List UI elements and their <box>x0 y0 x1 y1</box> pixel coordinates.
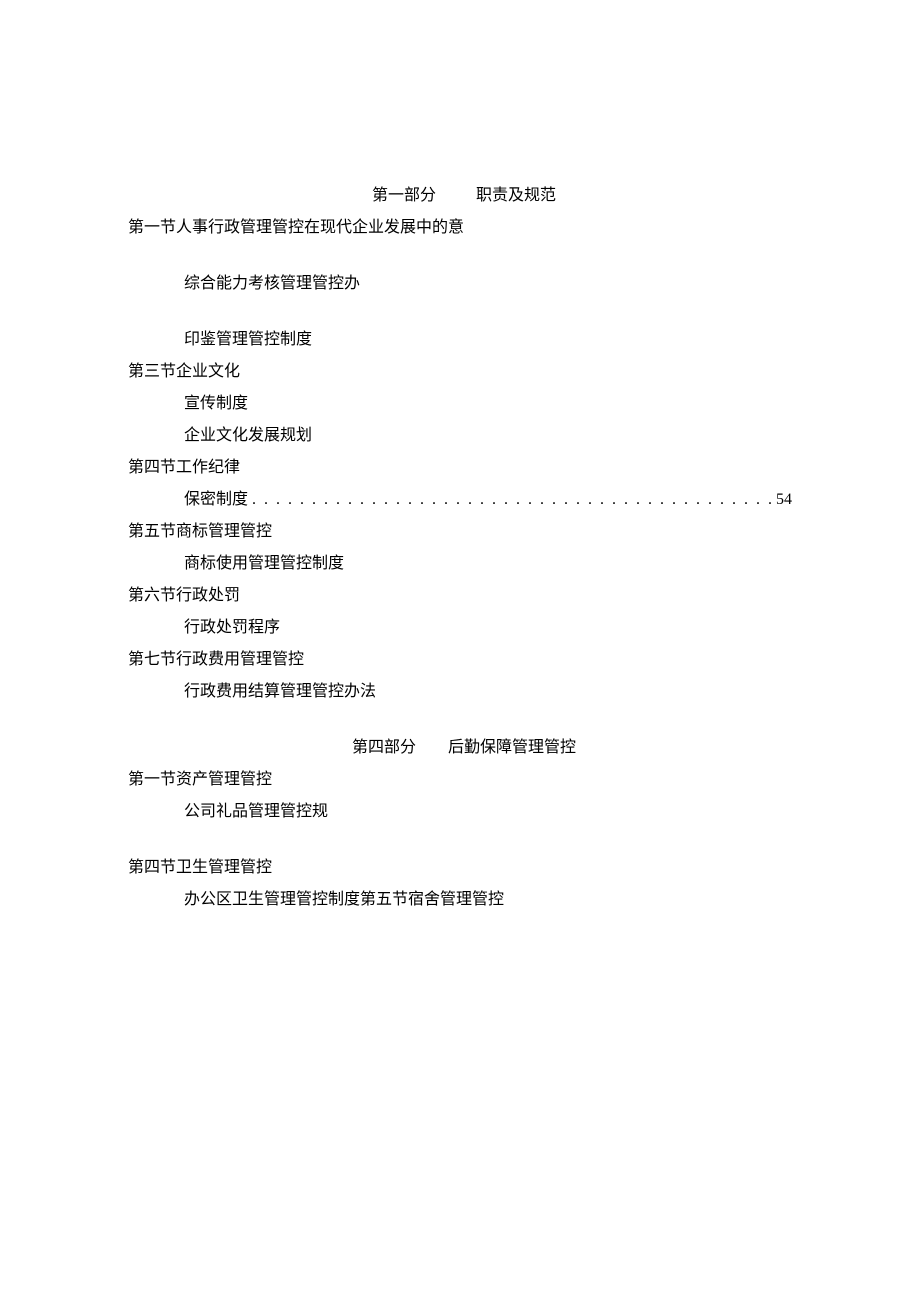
spacer <box>128 304 792 328</box>
toc-confidential-label: 保密制度 <box>184 488 248 512</box>
item-trademark: 商标使用管理管控制度 <box>128 552 792 576</box>
part-4-label: 第四部分 <box>352 739 416 756</box>
section-1-7-heading: 第七节行政费用管理管控 <box>128 648 792 672</box>
part-1-label: 第一部分 <box>372 187 436 204</box>
item-gift: 公司礼品管理管控规 <box>128 800 792 824</box>
item-assessment: 综合能力考核管理管控办 <box>128 272 792 296</box>
item-culture-plan: 企业文化发展规划 <box>128 424 792 448</box>
part-1-header: 第一部分 职责及规范 <box>128 160 792 208</box>
toc-confidential: 保密制度 54 <box>128 488 792 512</box>
part-4-header: 第四部分 后勤保障管理管控 <box>128 712 792 760</box>
section-4-4-heading: 第四节卫生管理管控 <box>128 856 792 880</box>
item-seal: 印鉴管理管控制度 <box>128 328 792 352</box>
item-publicity: 宣传制度 <box>128 392 792 416</box>
section-1-5-heading: 第五节商标管理管控 <box>128 520 792 544</box>
spacer <box>128 832 792 856</box>
section-1-3-heading: 第三节企业文化 <box>128 360 792 384</box>
toc-confidential-page: 54 <box>776 488 792 512</box>
spacer <box>128 248 792 272</box>
part-1-title: 职责及规范 <box>476 187 556 204</box>
item-penalty: 行政处罚程序 <box>128 616 792 640</box>
section-1-4-heading: 第四节工作纪律 <box>128 456 792 480</box>
item-hygiene: 办公区卫生管理管控制度第五节宿舍管理管控 <box>128 888 792 912</box>
part-4-title: 后勤保障管理管控 <box>448 739 576 756</box>
section-4-1-heading: 第一节资产管理管控 <box>128 768 792 792</box>
section-1-6-heading: 第六节行政处罚 <box>128 584 792 608</box>
toc-dots <box>248 488 776 512</box>
item-expense: 行政费用结算管理管控办法 <box>128 680 792 704</box>
section-1-1-heading: 第一节人事行政管理管控在现代企业发展中的意 <box>128 216 792 240</box>
